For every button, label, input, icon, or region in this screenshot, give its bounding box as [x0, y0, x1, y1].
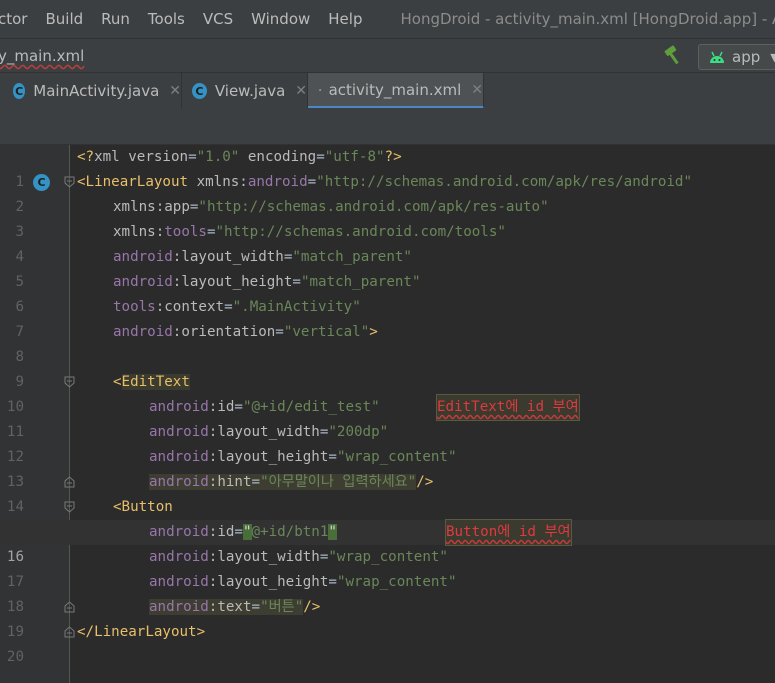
code-line-15: 15 <Button	[0, 495, 775, 540]
ide-window: ctor Build Run Tools VCS Window Help Hon…	[0, 0, 775, 683]
code-line-9: 9	[0, 345, 775, 390]
android-icon	[710, 51, 724, 63]
code-line-8: 8 android:orientation="vertical">	[0, 320, 775, 365]
menu-refactor[interactable]: ctor	[0, 10, 27, 28]
editor-tab-bar: C MainActivity.java ✕ C View.java ✕ <> a…	[0, 72, 775, 110]
code-line-18: 18 android:layout_height="wrap_content"	[0, 570, 775, 615]
editor-toolbar-strip	[0, 108, 775, 145]
tab-label: View.java	[214, 82, 286, 100]
close-icon[interactable]: ✕	[169, 83, 181, 99]
class-c-icon: C	[13, 83, 26, 99]
code-line-6: 6 android:layout_height="match_parent"	[0, 270, 775, 315]
fold-open-icon[interactable]	[64, 501, 75, 513]
tab-label: activity_main.xml	[328, 80, 462, 99]
code-line-4: 4 xmlns:tools="http://schemas.android.co…	[0, 220, 775, 265]
code-line-13: 13 android:layout_height="wrap_content"	[0, 445, 775, 490]
code-line-7: 7 tools:context=".MainActivity"	[0, 295, 775, 340]
breadcrumb-file[interactable]: y_main.xml	[0, 47, 84, 65]
line-number: 20	[6, 649, 24, 665]
code-line-17: 17 android:layout_width="wrap_content"	[0, 545, 775, 590]
code-line-16-current: 16 android:id="@+id/btn1" Button에 id 부여	[0, 519, 775, 565]
code-line-19: 19 android:text="버튼"/>	[0, 595, 775, 640]
menu-help[interactable]: Help	[328, 10, 362, 28]
menu-vcs[interactable]: VCS	[203, 10, 233, 28]
menu-build[interactable]: Build	[45, 10, 83, 28]
menu-window[interactable]: Window	[251, 10, 310, 28]
code-line-11: 11 android:id="@+id/edit_test" EditText에…	[0, 394, 775, 440]
fold-close-icon[interactable]	[64, 601, 75, 613]
fold-open-icon[interactable]	[64, 176, 75, 188]
code-line-20: 20 </LinearLayout>	[0, 620, 775, 665]
tab-mainactivity-java[interactable]: C MainActivity.java ✕	[0, 73, 182, 109]
menu-bar: ctor Build Run Tools VCS Window Help Hon…	[0, 0, 775, 38]
code-line-5: 5 android:layout_width="match_parent"	[0, 245, 775, 290]
code-line-12: 12 android:layout_width="200dp"	[0, 420, 775, 465]
navigation-bar: y_main.xml app ▼	[0, 38, 775, 73]
tab-view-java[interactable]: C View.java ✕	[182, 73, 308, 109]
chevron-down-icon: ▼	[770, 50, 775, 64]
fold-close-icon[interactable]	[64, 476, 75, 488]
close-icon[interactable]: ✕	[295, 83, 307, 99]
hammer-icon[interactable]	[663, 45, 685, 65]
menu-run[interactable]: Run	[101, 10, 130, 28]
class-c-icon: C	[192, 83, 207, 99]
tab-activity-main-xml[interactable]: <> activity_main.xml ✕	[308, 73, 484, 109]
xml-layout-icon: <>	[319, 88, 322, 91]
close-icon[interactable]: ✕	[471, 82, 483, 98]
window-title: HongDroid - activity_main.xml [HongDroid…	[400, 10, 775, 28]
code-editor[interactable]: 1 <?xml version="1.0" encoding="utf-8"?>…	[0, 145, 775, 683]
code-line-14: 14 android:hint="아무말이나 입력하세요"/>	[0, 470, 775, 515]
run-config-label: app	[732, 48, 761, 66]
code-line-3: 3 xmlns:app="http://schemas.android.com/…	[0, 195, 775, 240]
code-line-2: 2 C <LinearLayout xmlns:android="http://…	[0, 170, 775, 215]
annotation-comment: EditText에 id 부여	[436, 394, 580, 421]
tab-label: MainActivity.java	[33, 82, 160, 100]
fold-close-icon[interactable]	[64, 626, 75, 638]
menu-tools[interactable]: Tools	[148, 10, 185, 28]
class-c-icon[interactable]: C	[33, 174, 50, 191]
run-config-dropdown[interactable]: app ▼	[698, 44, 775, 70]
annotation-comment: Button에 id 부여	[445, 519, 572, 546]
code-line-1: 1 <?xml version="1.0" encoding="utf-8"?>	[0, 145, 775, 190]
code-line-10: 10 <EditText	[0, 370, 775, 415]
fold-open-icon[interactable]	[64, 376, 75, 388]
